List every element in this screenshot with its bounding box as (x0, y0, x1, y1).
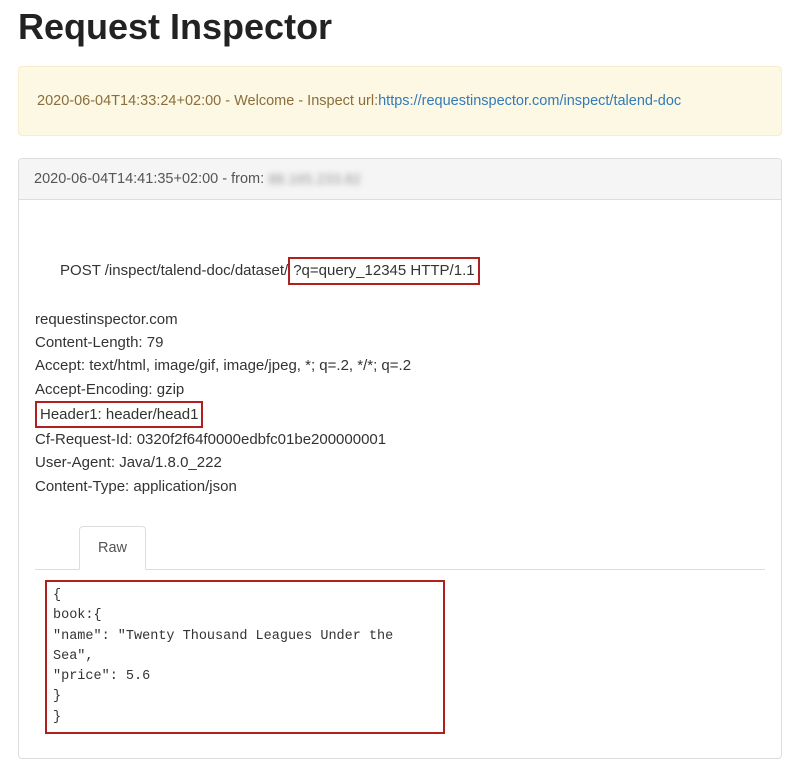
request-body-area: POST /inspect/talend-doc/dataset/?q=quer… (19, 200, 781, 758)
header-host: requestinspector.com (35, 308, 765, 331)
inspect-url-link[interactable]: https://requestinspector.com/inspect/tal… (378, 93, 681, 109)
request-timestamp: 2020-06-04T14:41:35+02:00 (34, 171, 218, 187)
welcome-sep: - (221, 93, 234, 109)
header-header1: Header1: header/head1 (35, 401, 765, 428)
header-user-agent: User-Agent: Java/1.8.0_222 (35, 451, 765, 474)
request-from-ip: 88.165.233.82 (268, 172, 348, 186)
welcome-timestamp: 2020-06-04T14:33:24+02:00 (37, 93, 221, 109)
welcome-banner: 2020-06-04T14:33:24+02:00 - Welcome - In… (18, 66, 782, 136)
header-accept-encoding: Accept-Encoding: gzip (35, 378, 765, 401)
raw-wrap: { book:{ "name": "Twenty Thousand League… (35, 570, 765, 740)
request-from-label: - from: (218, 171, 268, 187)
header-cf-request-id: Cf-Request-Id: 0320f2f64f0000edbfc01be20… (35, 428, 765, 451)
request-heading: 2020-06-04T14:41:35+02:00 - from: 88.165… (19, 159, 781, 200)
tabs: Raw (35, 526, 765, 570)
header-accept: Accept: text/html, image/gif, image/jpeg… (35, 354, 765, 377)
request-panel: 2020-06-04T14:41:35+02:00 - from: 88.165… (18, 158, 782, 759)
tab-raw[interactable]: Raw (79, 526, 146, 570)
query-highlight: ?q=query_12345 HTTP/1.1 (288, 257, 479, 284)
request-line: POST /inspect/talend-doc/dataset/?q=quer… (35, 234, 765, 308)
request-method-path: POST /inspect/talend-doc/dataset/ (60, 262, 288, 279)
page-title: Request Inspector (18, 6, 782, 48)
welcome-message: Welcome - Inspect url: (234, 93, 378, 109)
header-content-length: Content-Length: 79 (35, 331, 765, 354)
header1-highlight: Header1: header/head1 (35, 401, 203, 428)
header-content-type: Content-Type: application/json (35, 475, 765, 498)
